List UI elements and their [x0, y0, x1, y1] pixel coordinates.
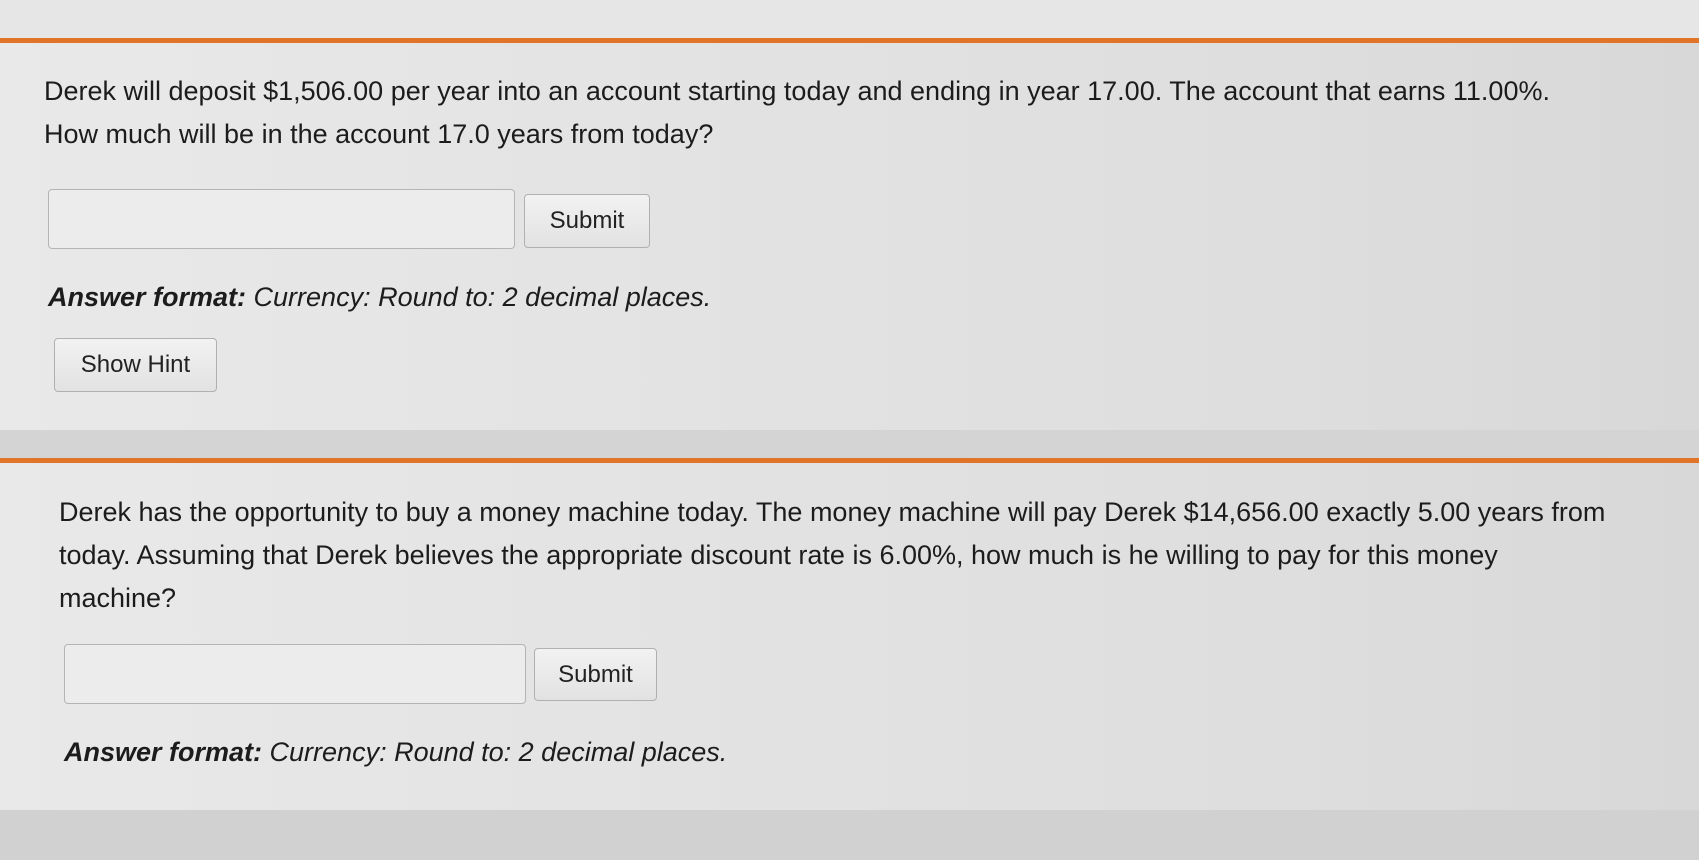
- question-text: Derek will deposit $1,506.00 per year in…: [44, 76, 1550, 149]
- answer-format-label: Answer format:: [48, 282, 247, 312]
- question-card-1: Derek will deposit $1,506.00 per year in…: [0, 38, 1699, 430]
- answer-format: Answer format: Currency: Round to: 2 dec…: [48, 279, 711, 315]
- answer-format: Answer format: Currency: Round to: 2 dec…: [64, 734, 727, 770]
- bottom-strip: [0, 810, 1699, 860]
- submit-button[interactable]: Submit: [524, 194, 650, 248]
- answer-input[interactable]: [48, 189, 515, 249]
- answer-input[interactable]: [64, 644, 526, 704]
- card-separator: [0, 430, 1699, 458]
- top-strip: [0, 0, 1699, 38]
- question-text: Derek has the opportunity to buy a money…: [59, 497, 1606, 613]
- submit-button[interactable]: Submit: [534, 648, 657, 701]
- answer-format-text: Currency: Round to: 2 decimal places.: [253, 282, 712, 312]
- answer-format-text: Currency: Round to: 2 decimal places.: [269, 737, 728, 767]
- show-hint-button[interactable]: Show Hint: [54, 338, 217, 392]
- answer-format-label: Answer format:: [64, 737, 263, 767]
- question-card-2: Derek has the opportunity to buy a money…: [0, 458, 1699, 810]
